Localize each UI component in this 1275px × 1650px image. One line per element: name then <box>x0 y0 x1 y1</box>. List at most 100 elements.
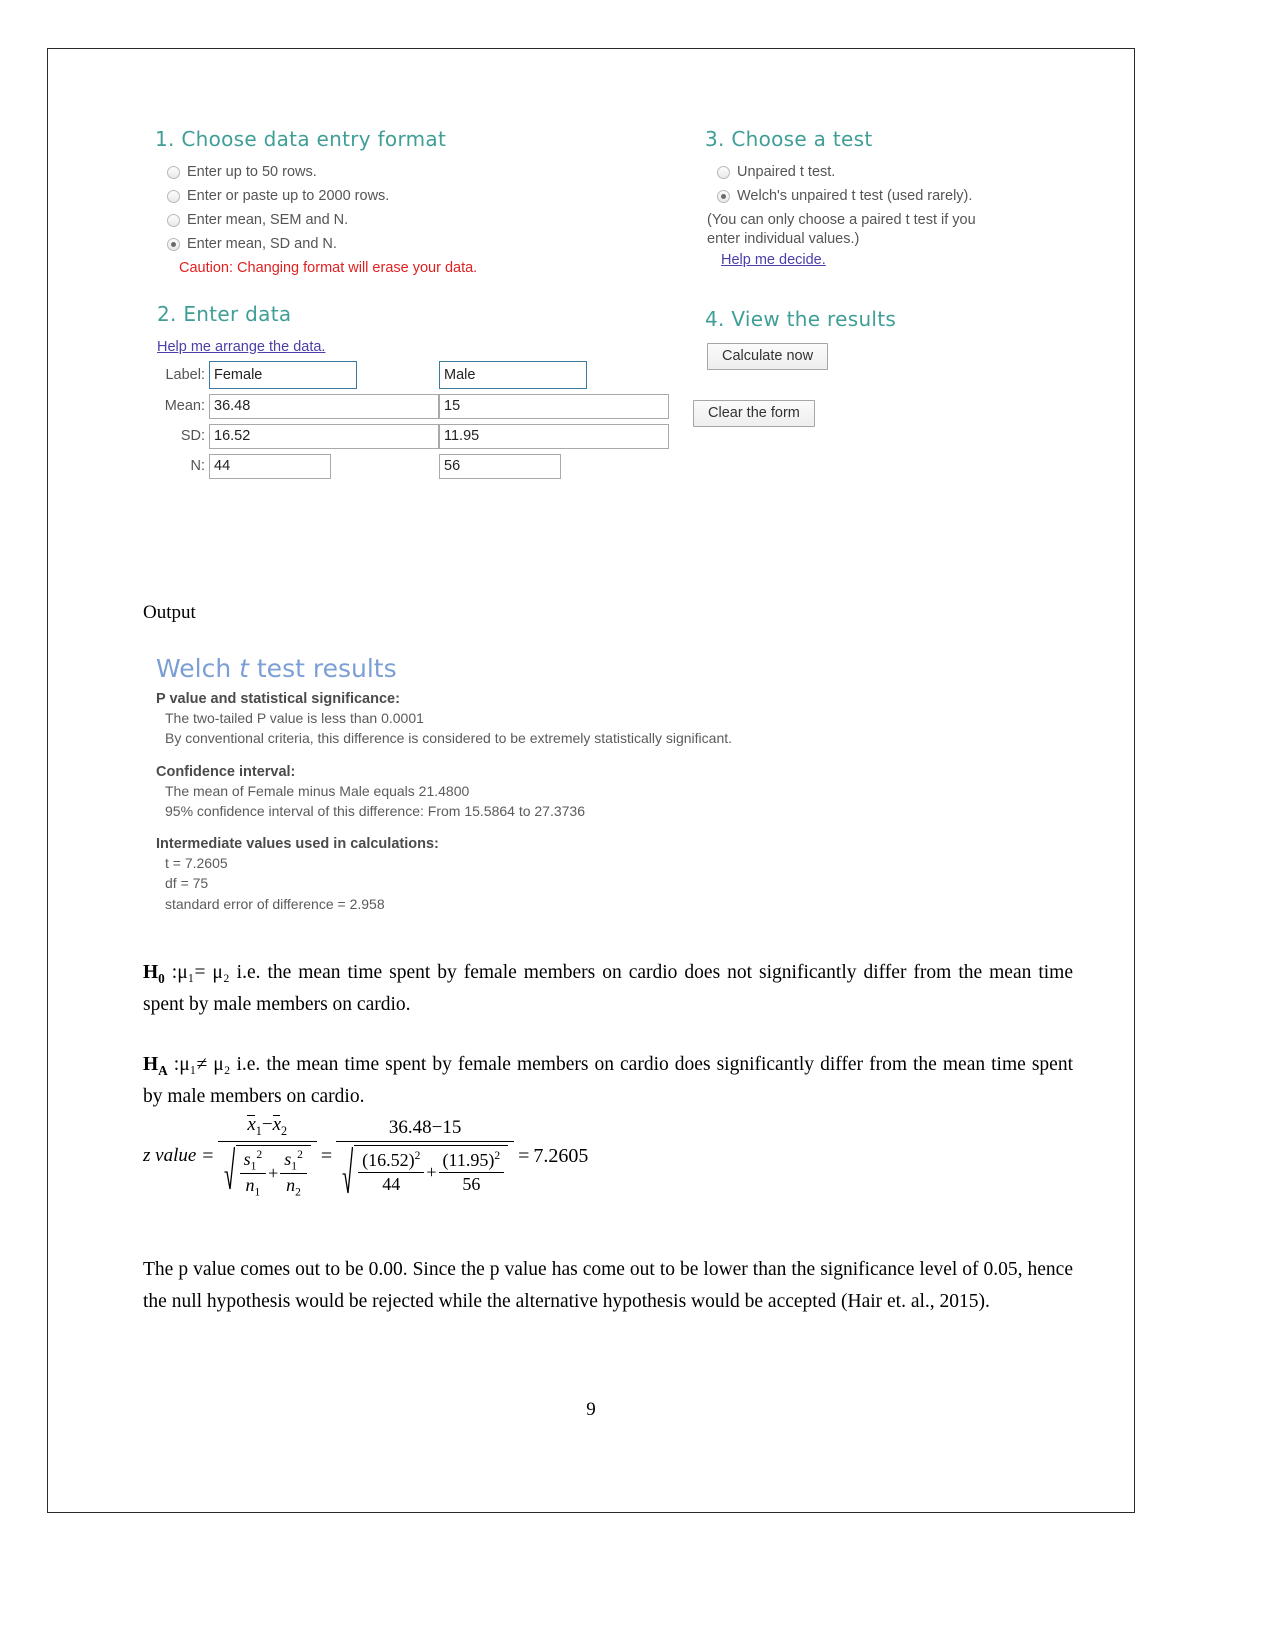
result-line: The two-tailed P value is less than 0.00… <box>165 710 424 726</box>
square-root: (16.52)2 44 + (11.95)2 56 <box>342 1145 509 1195</box>
clear-button-wrap: Clear the form <box>693 399 1093 427</box>
result-heading: Intermediate values used in calculations… <box>156 836 439 853</box>
caution-message: Caution: Changing format will erase your… <box>179 259 478 276</box>
sd1-value: (16.52) <box>362 1149 415 1170</box>
radio-option-unpaired-t[interactable]: Unpaired t test. <box>717 163 1093 181</box>
h-letter: H <box>143 962 159 983</box>
radio-label: Enter or paste up to 2000 rows. <box>187 188 390 205</box>
term-denominator: 44 <box>382 1173 401 1194</box>
radio-icon[interactable] <box>167 190 180 204</box>
sd2-value: (11.95) <box>442 1149 495 1170</box>
row-sd: SD: 16.52 11.95 <box>143 423 703 449</box>
term-numerator: (11.95)2 <box>439 1150 505 1172</box>
sd-input-group1[interactable]: 16.52 <box>209 423 439 449</box>
output-caption: Output <box>143 602 196 623</box>
radio-option-mean-sd-n[interactable]: Enter mean, SD and N. <box>167 235 703 253</box>
form-right-column: 3. Choose a test Unpaired t test. Welch'… <box>693 127 1093 427</box>
mean-input-group2[interactable]: 15 <box>439 393 669 419</box>
n-symbol: n <box>286 1175 296 1196</box>
radio-option-mean-sem-n[interactable]: Enter mean, SEM and N. <box>167 211 703 229</box>
label-input-group2[interactable]: Male <box>439 360 587 389</box>
term-s1-over-n2: s12 n2 <box>280 1149 307 1199</box>
radio-icon[interactable] <box>167 214 180 228</box>
row-n-caption: N: <box>190 458 206 474</box>
section-1-heading: 1. Choose data entry format <box>155 127 447 151</box>
label-input-group1[interactable]: Female <box>209 360 357 389</box>
n-input-group2[interactable]: 56 <box>439 453 561 479</box>
formula-equals-2: = <box>320 1144 333 1167</box>
section-4-heading: 4. View the results <box>705 306 897 331</box>
result-line: standard error of difference = 2.958 <box>165 895 385 912</box>
radio-icon[interactable] <box>717 166 730 179</box>
h-letter: H <box>143 1054 159 1075</box>
formula-result: 7.2605 <box>533 1144 589 1167</box>
null-hypothesis-paragraph: H0 :μ₁= μ₂ i.e. the mean time spent by f… <box>143 957 1073 1021</box>
numeric-fraction: 36.48−15 (16.52)2 44 + (11.95)2 56 <box>336 1117 515 1195</box>
result-line: The mean of Female minus Male equals 21.… <box>165 782 470 799</box>
clear-the-form-button[interactable]: Clear the form <box>693 399 815 427</box>
radio-label: Unpaired t test. <box>737 164 836 180</box>
radio-icon-selected[interactable] <box>717 190 730 204</box>
form-left-column: 1. Choose data entry format Enter up to … <box>143 127 703 484</box>
conclusion-paragraph: The p value comes out to be 0.00. Since … <box>143 1259 1073 1312</box>
section-3-heading: 3. Choose a test <box>705 127 873 151</box>
xbar2: x <box>272 1114 281 1135</box>
n-sub: 1 <box>254 1186 261 1199</box>
row-n: N: 44 56 <box>143 453 703 479</box>
null-hypothesis-text: :μ₁= μ₂ i.e. the mean time spent by fema… <box>143 962 1073 1016</box>
radicand: s12 n1 + s12 n2 <box>235 1144 311 1199</box>
row-label-caption: Label: <box>165 366 205 383</box>
alt-hypothesis-text: :μ₁≠ μ₂ i.e. the mean time spent by fema… <box>143 1054 1073 1108</box>
term-denominator: n2 <box>282 1174 305 1199</box>
section-2-heading: 2. Enter data <box>157 301 292 326</box>
help-arrange-link-wrap: Help me arrange the data. <box>157 338 703 356</box>
mean-input-group1[interactable]: 36.48 <box>209 393 439 419</box>
symbolic-numerator: x1−x2 <box>239 1114 295 1141</box>
n-input-group1[interactable]: 44 <box>209 453 331 479</box>
numeric-numerator: 36.48−15 <box>388 1117 462 1139</box>
radio-icon[interactable] <box>167 166 180 179</box>
welch-title-prefix: Welch <box>156 654 240 683</box>
welch-title-suffix: test results <box>248 654 397 683</box>
h-subscript: 0 <box>158 970 165 986</box>
row-label: Label: Female Male <box>143 360 703 389</box>
radio-label: Enter mean, SEM and N. <box>187 212 349 229</box>
paired-test-note-line2: enter individual values.) <box>707 231 860 248</box>
radical-sign-icon <box>224 1145 235 1199</box>
calculate-now-button[interactable]: Calculate now <box>707 342 829 370</box>
result-block-intermediate-values: Intermediate values used in calculations… <box>156 836 916 914</box>
help-decide-link-wrap: Help me decide. <box>721 251 1093 269</box>
row-sd-caption: SD: <box>180 428 205 444</box>
radio-option-welch-unpaired-t[interactable]: Welch's unpaired t test (used rarely). <box>717 187 1093 205</box>
xbar2-sub: 2 <box>281 1123 288 1138</box>
help-arrange-data-link[interactable]: Help me arrange the data. <box>157 339 325 355</box>
row-mean: Mean: 36.48 15 <box>143 393 703 419</box>
radio-label: Enter up to 50 rows. <box>187 164 317 180</box>
result-block-confidence-interval: Confidence interval: The mean of Female … <box>156 764 916 822</box>
result-heading: P value and statistical significance: <box>156 691 400 707</box>
exponent: 2 <box>494 1149 501 1162</box>
term-numerator: (16.52)2 <box>358 1150 424 1172</box>
minus-sign: − <box>261 1114 273 1135</box>
help-me-decide-link[interactable]: Help me decide. <box>721 252 826 268</box>
s-sup: 2 <box>297 1148 303 1161</box>
sd-input-group2[interactable]: 11.95 <box>439 423 669 449</box>
radio-icon-selected[interactable] <box>167 238 180 252</box>
symbolic-denominator: s12 n1 + s12 n2 <box>218 1142 317 1199</box>
s-sub: 1 <box>291 1160 298 1173</box>
plus-sign: + <box>268 1163 279 1184</box>
null-hypothesis-symbol: H0 <box>143 962 165 986</box>
radio-option-50-rows[interactable]: Enter up to 50 rows. <box>167 163 703 181</box>
term-denominator: 56 <box>462 1173 481 1194</box>
radio-option-2000-rows[interactable]: Enter or paste up to 2000 rows. <box>167 187 703 205</box>
numeric-denominator: (16.52)2 44 + (11.95)2 56 <box>336 1142 514 1195</box>
document-page: 1. Choose data entry format Enter up to … <box>47 48 1135 1513</box>
z-value-formula: z value = x1−x2 s12 n1 + s12 n2 = 36.48−… <box>143 1114 588 1199</box>
exponent: 2 <box>414 1149 421 1162</box>
radicand: (16.52)2 44 + (11.95)2 56 <box>354 1145 509 1195</box>
alt-hypothesis-symbol: HA <box>143 1054 168 1078</box>
formula-equals-3: = <box>518 1144 530 1167</box>
result-line: 95% confidence interval of this differen… <box>165 802 586 819</box>
term-sd2-squared-over-n2: (11.95)2 56 <box>438 1150 505 1195</box>
welch-results-title: Welch t test results <box>156 654 916 683</box>
